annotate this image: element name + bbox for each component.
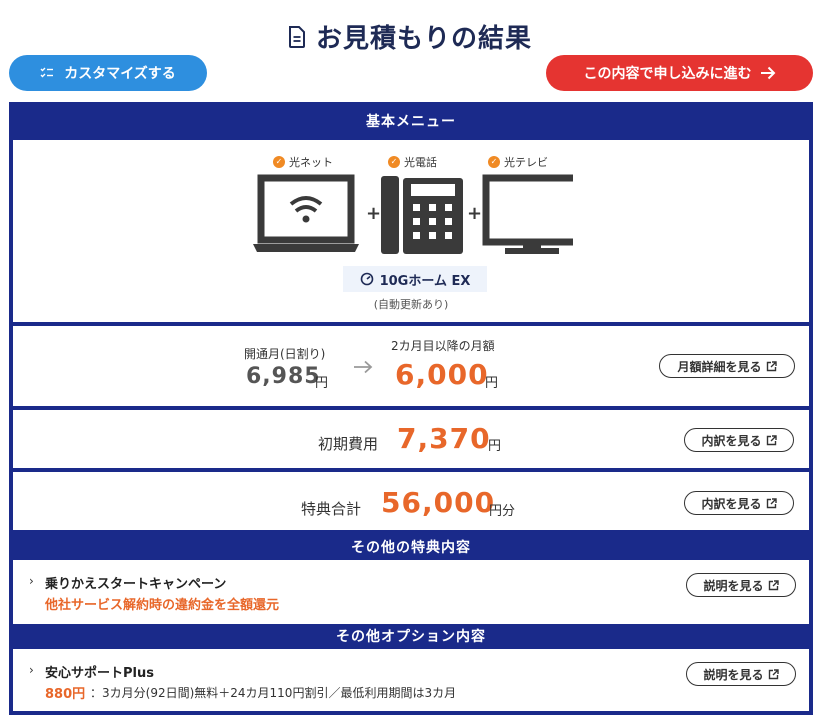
customize-button-label: カスタマイズする: [64, 65, 176, 81]
service-label-tv: 光テレビ: [504, 156, 548, 169]
later-months-label: 2カ月目以降の月額: [391, 339, 495, 353]
option-title: 安心サポートPlus: [45, 666, 154, 681]
option-note: ：3カ月分(92日間)無料＋24カ月110円割引／最低利用期間は3カ月: [90, 686, 457, 700]
checklist-icon: [40, 67, 54, 78]
service-checks: ✓ 光ネット ✓ 光電話 ✓ 光テレビ: [13, 154, 809, 170]
option-price: 880円: [45, 687, 86, 702]
service-check-tv: ✓ 光テレビ: [488, 154, 548, 170]
chevron-right-icon: ›: [29, 663, 34, 677]
bonus-breakdown-button[interactable]: 内訳を見る: [684, 491, 794, 515]
monthly-details-button[interactable]: 月額詳細を見る: [659, 354, 795, 378]
other-options-header: その他オプション内容: [336, 629, 486, 645]
estimate-frame: 基本メニュー ✓ 光ネット ✓ 光電話 ✓ 光テレビ + + 10Gホーム EX…: [9, 102, 813, 715]
first-month-label: 開通月(日割り): [244, 347, 326, 361]
bonus-breakdown-label: 内訳を見る: [701, 496, 762, 511]
first-month-value: 6,985: [246, 364, 321, 389]
benefit-explain-button[interactable]: 説明を見る: [686, 573, 796, 597]
monthly-details-button-label: 月額詳細を見る: [677, 359, 762, 374]
initial-cost-label: 初期費用: [318, 435, 379, 453]
document-icon: [288, 25, 305, 48]
plus-sign-2: +: [467, 203, 482, 224]
phone-icon: [381, 176, 463, 254]
initial-cost-unit: 円: [488, 439, 502, 454]
page-title: お見積もりの結果: [315, 24, 532, 54]
chevron-right-icon: ›: [29, 574, 34, 588]
customize-button[interactable]: カスタマイズする: [9, 55, 207, 91]
external-link-icon: [766, 434, 777, 445]
option-explain-button[interactable]: 説明を見る: [686, 662, 796, 686]
first-month-unit: 円: [315, 376, 329, 391]
speedometer-icon: [360, 272, 373, 286]
initial-cost-value: 7,370: [397, 422, 491, 455]
bonus-total-unit: 円分: [489, 504, 516, 519]
auto-renew-note: (自動更新あり): [373, 298, 449, 311]
title-row: お見積もりの結果: [0, 18, 820, 55]
initial-cost-breakdown-label: 内訳を見る: [701, 433, 762, 448]
apply-button-label: この内容で申し込みに進む: [583, 65, 752, 81]
initial-cost-breakdown-button[interactable]: 内訳を見る: [684, 428, 794, 452]
check-icon: ✓: [488, 156, 500, 168]
arrow-right-icon: [354, 360, 373, 374]
device-illustration: + +: [253, 174, 573, 254]
benefit-highlight: 他社サービス解約時の違約金を全額還元: [45, 598, 280, 613]
bonus-total-panel: 特典合計 56,000 円分 内訳を見る: [13, 472, 809, 530]
external-link-icon: [768, 579, 779, 590]
arrow-right-icon: [760, 66, 775, 80]
plan-name-tag: 10Gホーム EX: [343, 266, 487, 292]
later-months-value: 6,000: [395, 358, 489, 391]
apply-button[interactable]: この内容で申し込みに進む: [546, 55, 813, 91]
check-icon: ✓: [273, 156, 285, 168]
estimate-result-page: お見積もりの結果 カスタマイズする この内容で申し込みに進む 基本メニュー ✓ …: [0, 0, 820, 719]
tv-icon: [482, 174, 573, 254]
external-link-icon: [766, 497, 777, 508]
other-benefits-panel: › 乗りかえスタートキャンペーン 他社サービス解約時の違約金を全額還元 説明を見…: [13, 560, 809, 624]
monthly-fee-panel: 開通月(日割り) 6,985 円 2カ月目以降の月額 6,000 円 月額詳細を…: [13, 326, 809, 406]
later-months-unit: 円: [485, 376, 499, 391]
external-link-icon: [768, 668, 779, 679]
plan-name: 10Gホーム EX: [379, 273, 471, 289]
service-label-phone: 光電話: [404, 156, 437, 169]
initial-cost-panel: 初期費用 7,370 円 内訳を見る: [13, 410, 809, 468]
check-icon: ✓: [388, 156, 400, 168]
plus-sign-1: +: [366, 203, 381, 224]
option-explain-label: 説明を見る: [703, 667, 764, 682]
service-check-phone: ✓ 光電話: [388, 154, 437, 170]
other-options-panel: › 安心サポートPlus 880円 ：3カ月分(92日間)無料＋24カ月110円…: [13, 649, 809, 711]
benefit-title: 乗りかえスタートキャンペーン: [45, 577, 227, 592]
basic-menu-header: 基本メニュー: [366, 114, 456, 130]
basic-menu-panel: ✓ 光ネット ✓ 光電話 ✓ 光テレビ + + 10Gホーム EX (自動更新あ…: [13, 140, 809, 322]
service-check-net: ✓ 光ネット: [273, 154, 333, 170]
other-benefits-header: その他の特典内容: [351, 540, 471, 556]
external-link-icon: [766, 360, 777, 371]
service-label-net: 光ネット: [289, 156, 333, 169]
bonus-total-label: 特典合計: [301, 500, 362, 518]
benefit-explain-label: 説明を見る: [703, 578, 764, 593]
laptop-icon: [253, 174, 359, 252]
bonus-total-value: 56,000: [381, 486, 496, 519]
